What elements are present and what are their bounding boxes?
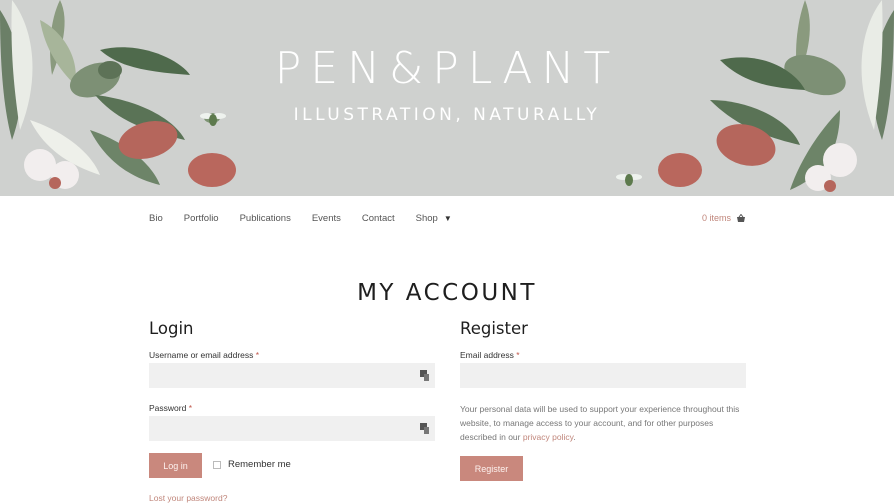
register-button[interactable]: Register: [460, 456, 523, 481]
key-icon: [420, 423, 429, 434]
cart-count: 0 items: [701, 213, 731, 223]
nav-item-events[interactable]: Events: [312, 213, 341, 224]
privacy-notice-text: Your personal data will be used to suppo…: [460, 404, 740, 442]
privacy-policy-link[interactable]: privacy policy: [523, 432, 573, 442]
nav-item-portfolio[interactable]: Portfolio: [184, 213, 219, 224]
username-label-text: Username or email address: [149, 350, 254, 360]
username-label: Username or email address *: [149, 350, 259, 360]
password-label-text: Password: [149, 403, 187, 413]
chevron-down-icon: ▼: [443, 213, 452, 223]
email-label: Email address *: [460, 350, 520, 360]
page-title: MY ACCOUNT: [357, 280, 537, 306]
required-mark: *: [516, 350, 520, 360]
lost-password-link[interactable]: Lost your password?: [149, 493, 227, 503]
nav-item-publications[interactable]: Publications: [240, 213, 291, 224]
email-input[interactable]: [460, 363, 746, 388]
bee-icon: [616, 174, 642, 186]
key-icon: [420, 370, 429, 381]
checkbox-icon[interactable]: [213, 460, 221, 469]
login-button[interactable]: Log in: [149, 453, 202, 478]
botanical-illustration-right: [658, 0, 894, 192]
register-heading: Register: [460, 319, 528, 338]
nav-item-contact[interactable]: Contact: [362, 213, 395, 224]
cart-link[interactable]: 0 items: [702, 210, 746, 226]
login-heading: Login: [149, 319, 194, 338]
header-banner: PEN&PLANT ILLUSTRATION, NATURALLY: [0, 0, 894, 196]
main-navigation: Bio Portfolio Publications Events Contac…: [149, 210, 473, 226]
privacy-notice-end: .: [573, 432, 576, 442]
site-logo-title[interactable]: PEN&PLANT: [0, 42, 894, 96]
username-input[interactable]: [149, 363, 435, 388]
remember-me-checkbox[interactable]: Remember me: [213, 459, 291, 470]
privacy-notice: Your personal data will be used to suppo…: [460, 402, 750, 444]
required-mark: *: [188, 403, 193, 413]
site-tagline: ILLUSTRATION, NATURALLY: [293, 105, 601, 125]
email-label-text: Email address: [460, 350, 514, 360]
botanical-illustration-left: [0, 0, 236, 189]
password-label: Password *: [149, 403, 192, 413]
basket-icon: [737, 213, 745, 222]
remember-me-label: Remember me: [228, 459, 291, 470]
register-section: Register Email address * Your personal d…: [460, 318, 746, 481]
nav-item-shop-label: Shop: [415, 212, 438, 224]
nav-item-shop[interactable]: Shop ▼: [416, 213, 452, 224]
required-mark: *: [255, 350, 260, 360]
nav-item-bio[interactable]: Bio: [149, 213, 163, 224]
login-section: Login Username or email address * Passwo…: [149, 318, 435, 503]
password-input[interactable]: [149, 416, 435, 441]
